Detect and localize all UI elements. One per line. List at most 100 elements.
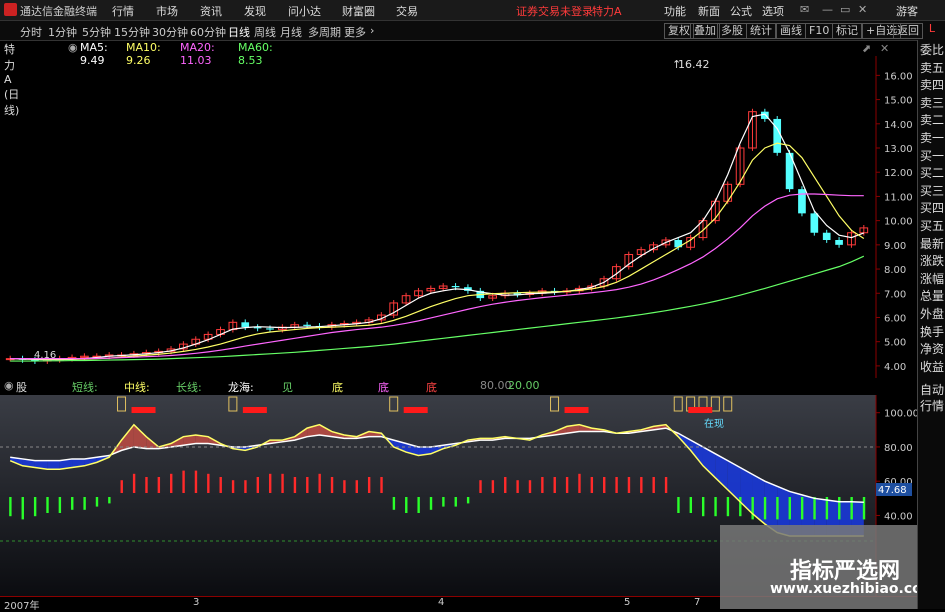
side-item-14[interactable]: 总量 [918, 290, 945, 303]
histogram-bar [231, 480, 235, 493]
menu-caifuquan[interactable]: 财富圈 [342, 3, 375, 19]
histogram-bar [850, 497, 853, 520]
mail-icon[interactable]: ✉ [800, 3, 809, 16]
period-day[interactable]: 日线 [228, 24, 250, 40]
side-item-16[interactable]: 换手 [918, 325, 945, 339]
menu-shichang[interactable]: 市场 [156, 3, 178, 19]
period-multi[interactable]: 多周期 [308, 24, 341, 40]
login-status[interactable]: 证券交易未登录 [516, 3, 593, 19]
period-toolbar: 分时 1分钟 5分钟 15分钟 30分钟 60分钟 日线 周线 月线 多周期 更… [0, 21, 945, 41]
side-item-1[interactable]: 卖五 [918, 61, 945, 75]
histogram-bar [516, 480, 519, 493]
ma-line-ma60 [10, 255, 865, 362]
low-label: 4.16 [34, 350, 56, 361]
menu-xuanxiang[interactable]: 选项 [762, 3, 784, 19]
close-icon[interactable]: ✕ [858, 3, 867, 16]
side-item-10[interactable]: 买五 [918, 220, 945, 233]
settings-icon[interactable]: ◉ [68, 41, 78, 54]
menu-zixun[interactable]: 资讯 [200, 3, 222, 19]
side-item-6[interactable]: 买一 [918, 149, 945, 163]
histogram-bar [603, 477, 606, 493]
side-item-0[interactable]: 委比 [918, 44, 945, 57]
histogram-bar [207, 473, 210, 493]
candle-down [810, 213, 819, 233]
menu-gongneng[interactable]: 功能 [664, 3, 686, 19]
y-tick-label: 10.00 [884, 217, 913, 228]
y-tick-label: 15.00 [884, 96, 913, 107]
histogram-bar [689, 497, 693, 513]
side-item-3[interactable]: 卖三 [918, 96, 945, 110]
btn-f10[interactable]: F10 [805, 23, 834, 39]
histogram-bar [800, 497, 804, 520]
chevron-right-icon[interactable]: › [370, 24, 374, 37]
period-fenshi[interactable]: 分时 [20, 24, 42, 40]
expand-icon[interactable]: ⬈ [862, 42, 871, 55]
y-tick-label: 7.00 [884, 289, 906, 300]
menu-youke[interactable]: 游客 [896, 3, 918, 19]
app-logo-icon [4, 3, 17, 16]
side-item-18[interactable]: 收益 [918, 360, 945, 374]
minimize-icon[interactable]: — [822, 3, 833, 16]
side-item-17[interactable]: 净资 [918, 343, 945, 356]
watermark-url: www.xuezhibiao.com [770, 581, 937, 597]
histogram-bar [491, 480, 495, 493]
histogram-bar [380, 477, 383, 493]
side-item-5[interactable]: 卖一 [918, 132, 945, 145]
period-15min[interactable]: 15分钟 [114, 24, 150, 40]
histogram-bar [862, 497, 866, 520]
histogram-bar [120, 480, 123, 493]
side-item-12[interactable]: 涨跌 [918, 255, 945, 268]
histogram-bar [256, 477, 260, 493]
menu-wenxiaoda[interactable]: 问小达 [288, 3, 321, 19]
histogram-bar [726, 497, 730, 517]
histogram-bar [367, 477, 371, 493]
period-month[interactable]: 月线 [280, 24, 302, 40]
menu-xinmian[interactable]: 新面 [698, 3, 720, 19]
candle-down [798, 189, 806, 214]
histogram-bar [751, 497, 754, 520]
close-panel-icon[interactable]: ✕ [880, 42, 889, 55]
title-bar: 通达信金融终端 行情 市场 资讯 发现 问小达 财富圈 交易 证券交易未登录 特… [0, 0, 945, 21]
candle-down [822, 232, 831, 240]
histogram-bar [788, 497, 791, 520]
menu-hangqing[interactable]: 行情 [112, 3, 134, 19]
histogram-bar [355, 480, 358, 493]
btn-biaoji[interactable]: 标记 [832, 23, 862, 39]
histogram-bar [392, 497, 396, 510]
menu-faxian[interactable]: 发现 [244, 3, 266, 19]
btn-diejia[interactable]: 叠加 [690, 23, 720, 39]
period-week[interactable]: 周线 [254, 24, 276, 40]
side-item-11[interactable]: 最新 [918, 237, 945, 251]
btn-duogu[interactable]: 多股 [717, 23, 747, 39]
histogram-bar [21, 497, 24, 520]
restore-icon[interactable]: ▭ [840, 3, 850, 16]
candlestick-chart[interactable]: 4.00 5.00 6.00 7.00 8.00 9.00 10.00 11.00 12.00 1… [0, 56, 917, 378]
menu-jiaoyi[interactable]: 交易 [396, 3, 418, 19]
histogram-bar [170, 473, 173, 493]
btn-tongji[interactable]: 统计 [746, 23, 776, 39]
histogram-bar [145, 477, 148, 493]
side-item-2[interactable]: 卖四 [918, 79, 945, 92]
side-item-15[interactable]: 外盘 [918, 308, 945, 321]
side-item-7[interactable]: 买二 [918, 167, 945, 180]
period-30min[interactable]: 30分钟 [152, 24, 188, 40]
histogram-bar [33, 497, 37, 517]
histogram-bar [442, 497, 445, 507]
period-more[interactable]: 更多 [344, 24, 366, 40]
period-5min[interactable]: 5分钟 [82, 24, 111, 40]
histogram-bar [194, 470, 198, 493]
histogram-bar [541, 477, 544, 493]
side-item-9[interactable]: 买四 [918, 202, 945, 215]
y-tick-label: 11.00 [884, 192, 913, 203]
side-item-13[interactable]: 涨幅 [918, 272, 945, 286]
period-60min[interactable]: 60分钟 [190, 24, 226, 40]
side-item-20[interactable]: 行情 [918, 400, 945, 413]
menu-gongshi[interactable]: 公式 [730, 3, 752, 19]
btn-huaxian[interactable]: 画线 [776, 23, 806, 39]
side-item-19[interactable]: 自动 [918, 384, 945, 397]
period-1min[interactable]: 1分钟 [48, 24, 77, 40]
indicator-settings-icon[interactable]: ◉ [4, 379, 14, 392]
side-item-8[interactable]: 买三 [918, 184, 945, 198]
histogram-bar [776, 497, 779, 520]
side-item-4[interactable]: 卖二 [918, 114, 945, 127]
